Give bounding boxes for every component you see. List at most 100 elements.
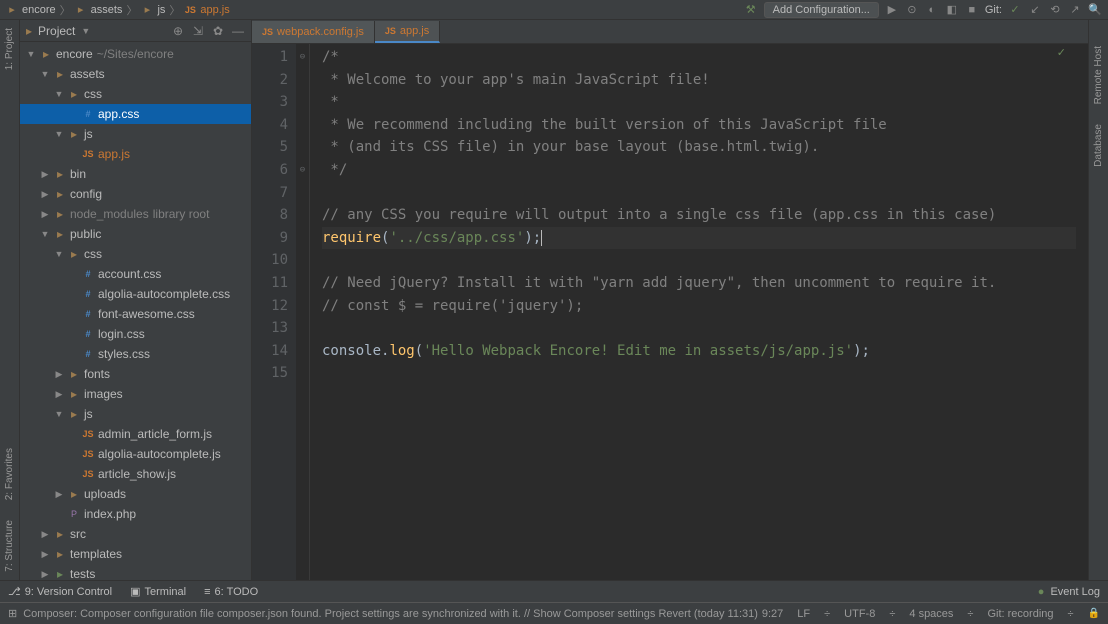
caret-position[interactable]: 9:27: [762, 608, 783, 620]
tree-node[interactable]: ▼▸css: [20, 244, 251, 264]
tree-node[interactable]: #account.css: [20, 264, 251, 284]
todo-tab[interactable]: ≡ 6: TODO: [204, 586, 258, 598]
tree-node[interactable]: ▼▸js: [20, 124, 251, 144]
tree-arrow-icon[interactable]: ▼: [24, 49, 38, 59]
tree-node[interactable]: ▼▸js: [20, 404, 251, 424]
tree-arrow-icon[interactable]: ▼: [38, 69, 52, 79]
lock-icon[interactable]: 🔒: [1088, 608, 1100, 620]
bc-item[interactable]: assets: [91, 4, 123, 16]
tree-node[interactable]: ▼▸public: [20, 224, 251, 244]
editor-tab[interactable]: JSapp.js: [375, 21, 440, 43]
vcs-update-icon[interactable]: ↙: [1028, 3, 1042, 17]
terminal-tab[interactable]: ▣ Terminal: [130, 585, 186, 598]
bc-item[interactable]: js: [157, 4, 165, 16]
tree-node[interactable]: JSadmin_article_form.js: [20, 424, 251, 444]
profile-icon[interactable]: ◧: [945, 3, 959, 17]
tree-node[interactable]: JSarticle_show.js: [20, 464, 251, 484]
collapse-icon[interactable]: ⇲: [191, 24, 205, 38]
line-separator[interactable]: LF: [797, 608, 810, 620]
run-icon[interactable]: ▶: [885, 3, 899, 17]
code-line[interactable]: *: [322, 91, 1076, 114]
vcs-commit-icon[interactable]: ✓: [1008, 3, 1022, 17]
tree-arrow-icon[interactable]: ▶: [52, 369, 66, 380]
event-log-tab[interactable]: Event Log: [1050, 586, 1100, 598]
vcs-revert-icon[interactable]: ↗: [1068, 3, 1082, 17]
encoding[interactable]: UTF-8: [844, 608, 875, 620]
tree-node[interactable]: ▶▸fonts: [20, 364, 251, 384]
tree-arrow-icon[interactable]: ▶: [38, 209, 52, 220]
bc-item[interactable]: encore: [22, 4, 56, 16]
code-editor[interactable]: /* * Welcome to your app's main JavaScri…: [310, 44, 1088, 580]
tree-arrow-icon[interactable]: ▶: [38, 569, 52, 580]
tree-node[interactable]: #login.css: [20, 324, 251, 344]
code-line[interactable]: console.log('Hello Webpack Encore! Edit …: [322, 340, 1076, 363]
tree-arrow-icon[interactable]: ▶: [52, 389, 66, 400]
code-line[interactable]: [322, 362, 1076, 385]
favorites-tool-button[interactable]: 2: Favorites: [4, 448, 15, 500]
code-line[interactable]: * (and its CSS file) in your base layout…: [322, 136, 1076, 159]
hide-icon[interactable]: —: [231, 24, 245, 38]
code-line[interactable]: // any CSS you require will output into …: [322, 204, 1076, 227]
tree-arrow-icon[interactable]: ▶: [38, 169, 52, 180]
tree-node[interactable]: ▶▸src: [20, 524, 251, 544]
editor-tab[interactable]: JSwebpack.config.js: [252, 21, 375, 43]
tree-node[interactable]: ▼▸assets: [20, 64, 251, 84]
tree-arrow-icon[interactable]: ▶: [38, 529, 52, 540]
code-line[interactable]: // Need jQuery? Install it with "yarn ad…: [322, 272, 1076, 295]
tree-node[interactable]: #algolia-autocomplete.css: [20, 284, 251, 304]
tree-node[interactable]: ▶▸config: [20, 184, 251, 204]
code-line[interactable]: [322, 249, 1076, 272]
panel-title[interactable]: Project: [38, 24, 75, 38]
tree-arrow-icon[interactable]: ▶: [38, 189, 52, 200]
tree-node[interactable]: #styles.css: [20, 344, 251, 364]
code-line[interactable]: require('../css/app.css');: [322, 227, 1076, 250]
tree-node[interactable]: ▶▸templates: [20, 544, 251, 564]
tree-arrow-icon[interactable]: ▼: [52, 249, 66, 259]
tree-node[interactable]: #app.css: [20, 104, 251, 124]
tree-arrow-icon[interactable]: ▶: [52, 489, 66, 500]
status-icon[interactable]: ⊞: [8, 607, 17, 620]
tree-node[interactable]: Pindex.php: [20, 504, 251, 524]
structure-tool-button[interactable]: 7: Structure: [4, 520, 15, 572]
tree-node[interactable]: ▶▸images: [20, 384, 251, 404]
tree-node[interactable]: ▼▸css: [20, 84, 251, 104]
indent[interactable]: 4 spaces: [909, 608, 953, 620]
project-tree[interactable]: ▼▸encore~/Sites/encore▼▸assets▼▸css#app.…: [20, 42, 251, 580]
tree-node[interactable]: #font-awesome.css: [20, 304, 251, 324]
code-line[interactable]: /*: [322, 46, 1076, 69]
build-icon[interactable]: ⚒: [744, 3, 758, 17]
gear-icon[interactable]: ✿: [211, 24, 225, 38]
code-line[interactable]: * We recommend including the built versi…: [322, 114, 1076, 137]
tree-arrow-icon[interactable]: ▶: [38, 549, 52, 560]
tree-arrow-icon[interactable]: ▼: [38, 229, 52, 239]
search-icon[interactable]: 🔍: [1088, 3, 1102, 17]
css-icon: #: [80, 269, 96, 279]
tree-node[interactable]: ▼▸encore~/Sites/encore: [20, 44, 251, 64]
git-branch[interactable]: Git: recording: [987, 608, 1053, 620]
version-control-tab[interactable]: ⎇ 9: Version Control: [8, 585, 112, 598]
tree-node[interactable]: JSalgolia-autocomplete.js: [20, 444, 251, 464]
project-tool-button[interactable]: 1: Project: [4, 28, 15, 70]
tree-node[interactable]: ▶▸tests: [20, 564, 251, 580]
tree-node[interactable]: ▶▸bin: [20, 164, 251, 184]
code-line[interactable]: */: [322, 159, 1076, 182]
code-line[interactable]: // const $ = require('jquery');: [322, 295, 1076, 318]
tree-node[interactable]: ▶▸uploads: [20, 484, 251, 504]
add-configuration-button[interactable]: Add Configuration...: [764, 2, 879, 18]
tree-node[interactable]: JSapp.js: [20, 144, 251, 164]
coverage-icon[interactable]: ◐: [925, 3, 939, 17]
tree-arrow-icon[interactable]: ▼: [52, 409, 66, 419]
bc-item[interactable]: app.js: [200, 4, 229, 16]
tree-node[interactable]: ▶▸node_moduleslibrary root: [20, 204, 251, 224]
vcs-history-icon[interactable]: ⟲: [1048, 3, 1062, 17]
tree-arrow-icon[interactable]: ▼: [52, 89, 66, 99]
code-line[interactable]: [322, 182, 1076, 205]
locate-icon[interactable]: ⊕: [171, 24, 185, 38]
code-line[interactable]: [322, 317, 1076, 340]
tree-arrow-icon[interactable]: ▼: [52, 129, 66, 139]
code-line[interactable]: * Welcome to your app's main JavaScript …: [322, 69, 1076, 92]
debug-icon[interactable]: ⊙: [905, 3, 919, 17]
remote-host-tool-button[interactable]: Remote Host: [1093, 46, 1104, 104]
stop-icon[interactable]: ■: [965, 3, 979, 17]
database-tool-button[interactable]: Database: [1093, 124, 1104, 167]
